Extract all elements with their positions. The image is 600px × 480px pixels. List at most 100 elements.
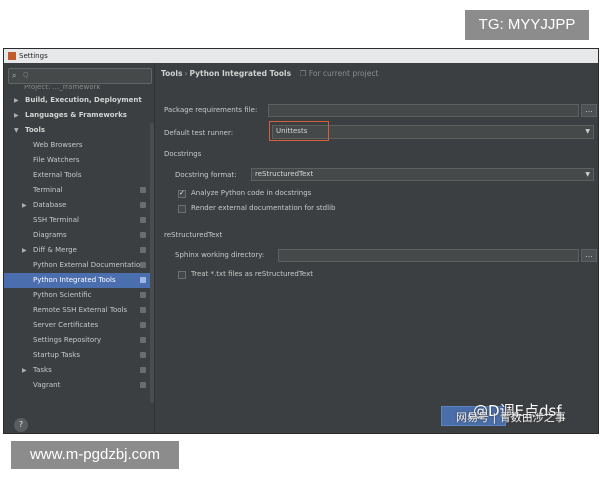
sidebar-item-label: Vagrant	[33, 381, 61, 389]
project-scope-icon	[140, 322, 146, 328]
chevron-down-icon: ▼	[585, 171, 590, 178]
sidebar-item[interactable]: ▶ Database	[4, 198, 154, 213]
sidebar-item-label: Terminal	[33, 186, 63, 194]
chevron-right-icon[interactable]: ▶	[14, 93, 19, 108]
sidebar-item[interactable]: Startup Tasks	[4, 348, 154, 363]
sidebar-item-label: External Tools	[33, 171, 82, 179]
breadcrumb-root[interactable]: Tools	[161, 69, 182, 78]
sidebar-item[interactable]: Server Certificates	[4, 318, 154, 333]
breadcrumb-page: Python Integrated Tools	[189, 69, 292, 78]
project-scope-icon	[140, 367, 146, 373]
sidebar-item[interactable]: File Watchers	[4, 153, 154, 168]
rst-section-title: reStructuredText	[164, 231, 223, 239]
sidebar-item-label: Remote SSH External Tools	[33, 306, 128, 314]
project-scope-icon	[140, 352, 146, 358]
package-requirements-field[interactable]	[268, 104, 579, 117]
sidebar-item-label: Languages & Frameworks	[25, 111, 127, 119]
project-scope-icon	[140, 262, 146, 268]
settings-content: Tools › Python Integrated Tools ❐ For curr…	[155, 63, 598, 433]
package-browse-button[interactable]: ...	[581, 104, 597, 117]
treat-txt-label: Treat *.txt files as reStructuredText	[191, 270, 314, 278]
sidebar-item-cut: Project: ..._framework	[24, 85, 101, 91]
sidebar-item[interactable]: ▶ Tasks	[4, 363, 154, 378]
settings-search-input[interactable]	[23, 70, 147, 81]
sidebar-item[interactable]: Vagrant	[4, 378, 154, 393]
breadcrumb-separator: ›	[184, 69, 188, 78]
chevron-right-icon[interactable]: ▶	[14, 108, 19, 123]
package-requirements-label: Package requirements file:	[164, 106, 258, 114]
watermark-top: TG: MYYJJPP	[465, 10, 589, 40]
settings-window: Settings ⌕ Project: ..._framework ▶ Build…	[3, 48, 599, 434]
test-runner-label: Default test runner:	[164, 129, 234, 137]
sidebar-item[interactable]: ▼ Tools	[4, 123, 154, 138]
project-scope-icon	[140, 307, 146, 313]
breadcrumb: Tools › Python Integrated Tools ❐ For curr…	[161, 69, 378, 78]
project-scope-icon	[140, 202, 146, 208]
chevron-down-icon[interactable]: ▼	[14, 123, 19, 138]
chevron-right-icon[interactable]: ▶	[22, 198, 27, 213]
chevron-right-icon[interactable]: ▶	[22, 243, 27, 258]
sphinx-browse-button[interactable]: ...	[581, 249, 597, 262]
docstrings-section-title: Docstrings	[164, 150, 202, 158]
chevron-right-icon[interactable]: ▶	[22, 363, 27, 378]
sidebar-item[interactable]: ▶ Languages & Frameworks	[4, 108, 154, 123]
app-icon	[8, 52, 16, 60]
sidebar-scrollbar[interactable]	[150, 123, 154, 403]
chevron-down-icon: ▼	[585, 128, 590, 135]
docstring-format-value: reStructuredText	[255, 170, 314, 178]
sidebar-item-label: Tools	[25, 126, 46, 134]
sidebar-item-label: Settings Repository	[33, 336, 102, 344]
render-docs-label: Render external documentation for stdlib	[191, 204, 336, 212]
scope-note: ❐ For current project	[300, 69, 379, 78]
sphinx-dir-field[interactable]	[278, 249, 579, 262]
sidebar-item[interactable]: Diagrams	[4, 228, 154, 243]
sidebar-item[interactable]: ▶ Diff & Merge	[4, 243, 154, 258]
sidebar-item[interactable]: Settings Repository	[4, 333, 154, 348]
sidebar-item[interactable]: External Tools	[4, 168, 154, 183]
project-scope-icon	[140, 232, 146, 238]
analyze-docstrings-checkbox[interactable]: ✓	[178, 189, 186, 198]
watermark-logo-sub: 网易号 | 青数由涉之事	[456, 411, 566, 424]
sidebar-item[interactable]: Python Integrated Tools	[4, 273, 154, 288]
settings-tree: ▶ Build, Execution, Deployment ▶ Languages …	[4, 93, 154, 393]
search-icon: ⌕	[12, 71, 17, 80]
sidebar-item-label: Diagrams	[33, 231, 67, 239]
project-scope-icon	[140, 337, 146, 343]
highlight-annotation	[269, 121, 329, 141]
sidebar-item-label: Python Scientific	[33, 291, 92, 299]
title-bar: Settings	[4, 49, 598, 63]
project-scope-icon	[140, 187, 146, 193]
sidebar-item[interactable]: SSH Terminal	[4, 213, 154, 228]
sidebar-item-label: Python Integrated Tools	[33, 276, 116, 284]
sidebar-item[interactable]: Remote SSH External Tools	[4, 303, 154, 318]
sidebar-item-label: Tasks	[33, 366, 52, 374]
project-scope-icon	[140, 217, 146, 223]
sidebar-item-label: File Watchers	[33, 156, 80, 164]
settings-sidebar: ⌕ Project: ..._framework ▶ Build, Executi…	[4, 63, 155, 433]
project-scope-icon	[140, 292, 146, 298]
render-docs-checkbox[interactable]	[178, 205, 186, 213]
window-title: Settings	[19, 52, 48, 60]
sphinx-dir-label: Sphinx working directory:	[175, 251, 265, 259]
sidebar-item-label: Startup Tasks	[33, 351, 80, 359]
checkmark-icon: ✓	[179, 189, 185, 197]
help-button[interactable]: ?	[14, 418, 28, 432]
docstring-format-select[interactable]: reStructuredText ▼	[251, 168, 594, 181]
sidebar-item[interactable]: Web Browsers	[4, 138, 154, 153]
sidebar-item-label: Database	[33, 201, 67, 209]
sidebar-item[interactable]: Python Scientific	[4, 288, 154, 303]
sidebar-item[interactable]: ▶ Build, Execution, Deployment	[4, 93, 154, 108]
scope-text: For current project	[308, 69, 379, 78]
treat-txt-checkbox[interactable]	[178, 271, 186, 279]
project-scope-icon: ❐	[299, 69, 307, 78]
sidebar-item-label: Diff & Merge	[33, 246, 77, 254]
project-scope-icon	[140, 277, 146, 283]
sidebar-item-label: Web Browsers	[33, 141, 83, 149]
sidebar-item[interactable]: Terminal	[4, 183, 154, 198]
sidebar-item-label: Python External Documentation	[33, 261, 145, 269]
sidebar-item[interactable]: Python External Documentation	[4, 258, 154, 273]
docstring-format-label: Docstring format:	[175, 171, 237, 179]
settings-search-box[interactable]: ⌕	[8, 68, 152, 84]
analyze-docstrings-label: Analyze Python code in docstrings	[191, 189, 312, 197]
sidebar-item-label: SSH Terminal	[33, 216, 79, 224]
